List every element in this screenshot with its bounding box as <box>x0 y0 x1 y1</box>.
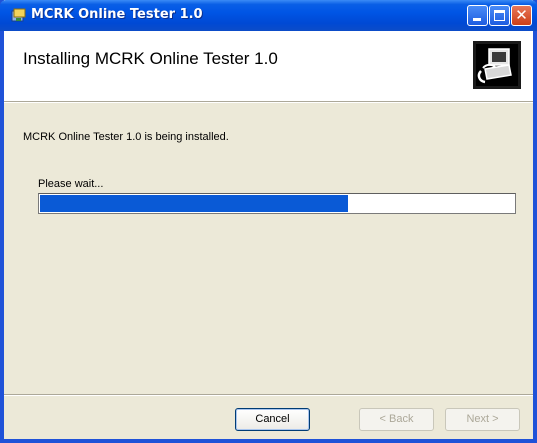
button-area-divider <box>4 394 533 396</box>
minimize-button[interactable] <box>467 5 488 26</box>
title-bar[interactable]: MCRK Online Tester 1.0 ✕ <box>0 0 537 31</box>
computer-setup-icon <box>473 41 521 89</box>
installer-icon <box>11 8 26 22</box>
minimize-icon <box>473 18 481 21</box>
cancel-button[interactable]: Cancel <box>235 408 310 431</box>
progress-fill <box>40 195 348 212</box>
maximize-button[interactable] <box>489 5 510 26</box>
page-title: Installing MCRK Online Tester 1.0 <box>23 49 278 68</box>
banner-divider <box>4 102 533 103</box>
progress-bar <box>38 193 516 214</box>
progress-label: Please wait... <box>38 178 104 190</box>
install-status-text: MCRK Online Tester 1.0 is being installe… <box>23 131 229 143</box>
window-title: MCRK Online Tester 1.0 <box>31 7 203 22</box>
header-banner: Installing MCRK Online Tester 1.0 <box>4 31 533 102</box>
next-button[interactable]: Next > <box>445 408 520 431</box>
maximize-icon <box>494 10 505 21</box>
installer-window: MCRK Online Tester 1.0 ✕ Installing MCRK… <box>0 0 537 443</box>
close-icon: ✕ <box>515 6 528 24</box>
close-button[interactable]: ✕ <box>511 5 532 26</box>
back-button[interactable]: < Back <box>359 408 434 431</box>
